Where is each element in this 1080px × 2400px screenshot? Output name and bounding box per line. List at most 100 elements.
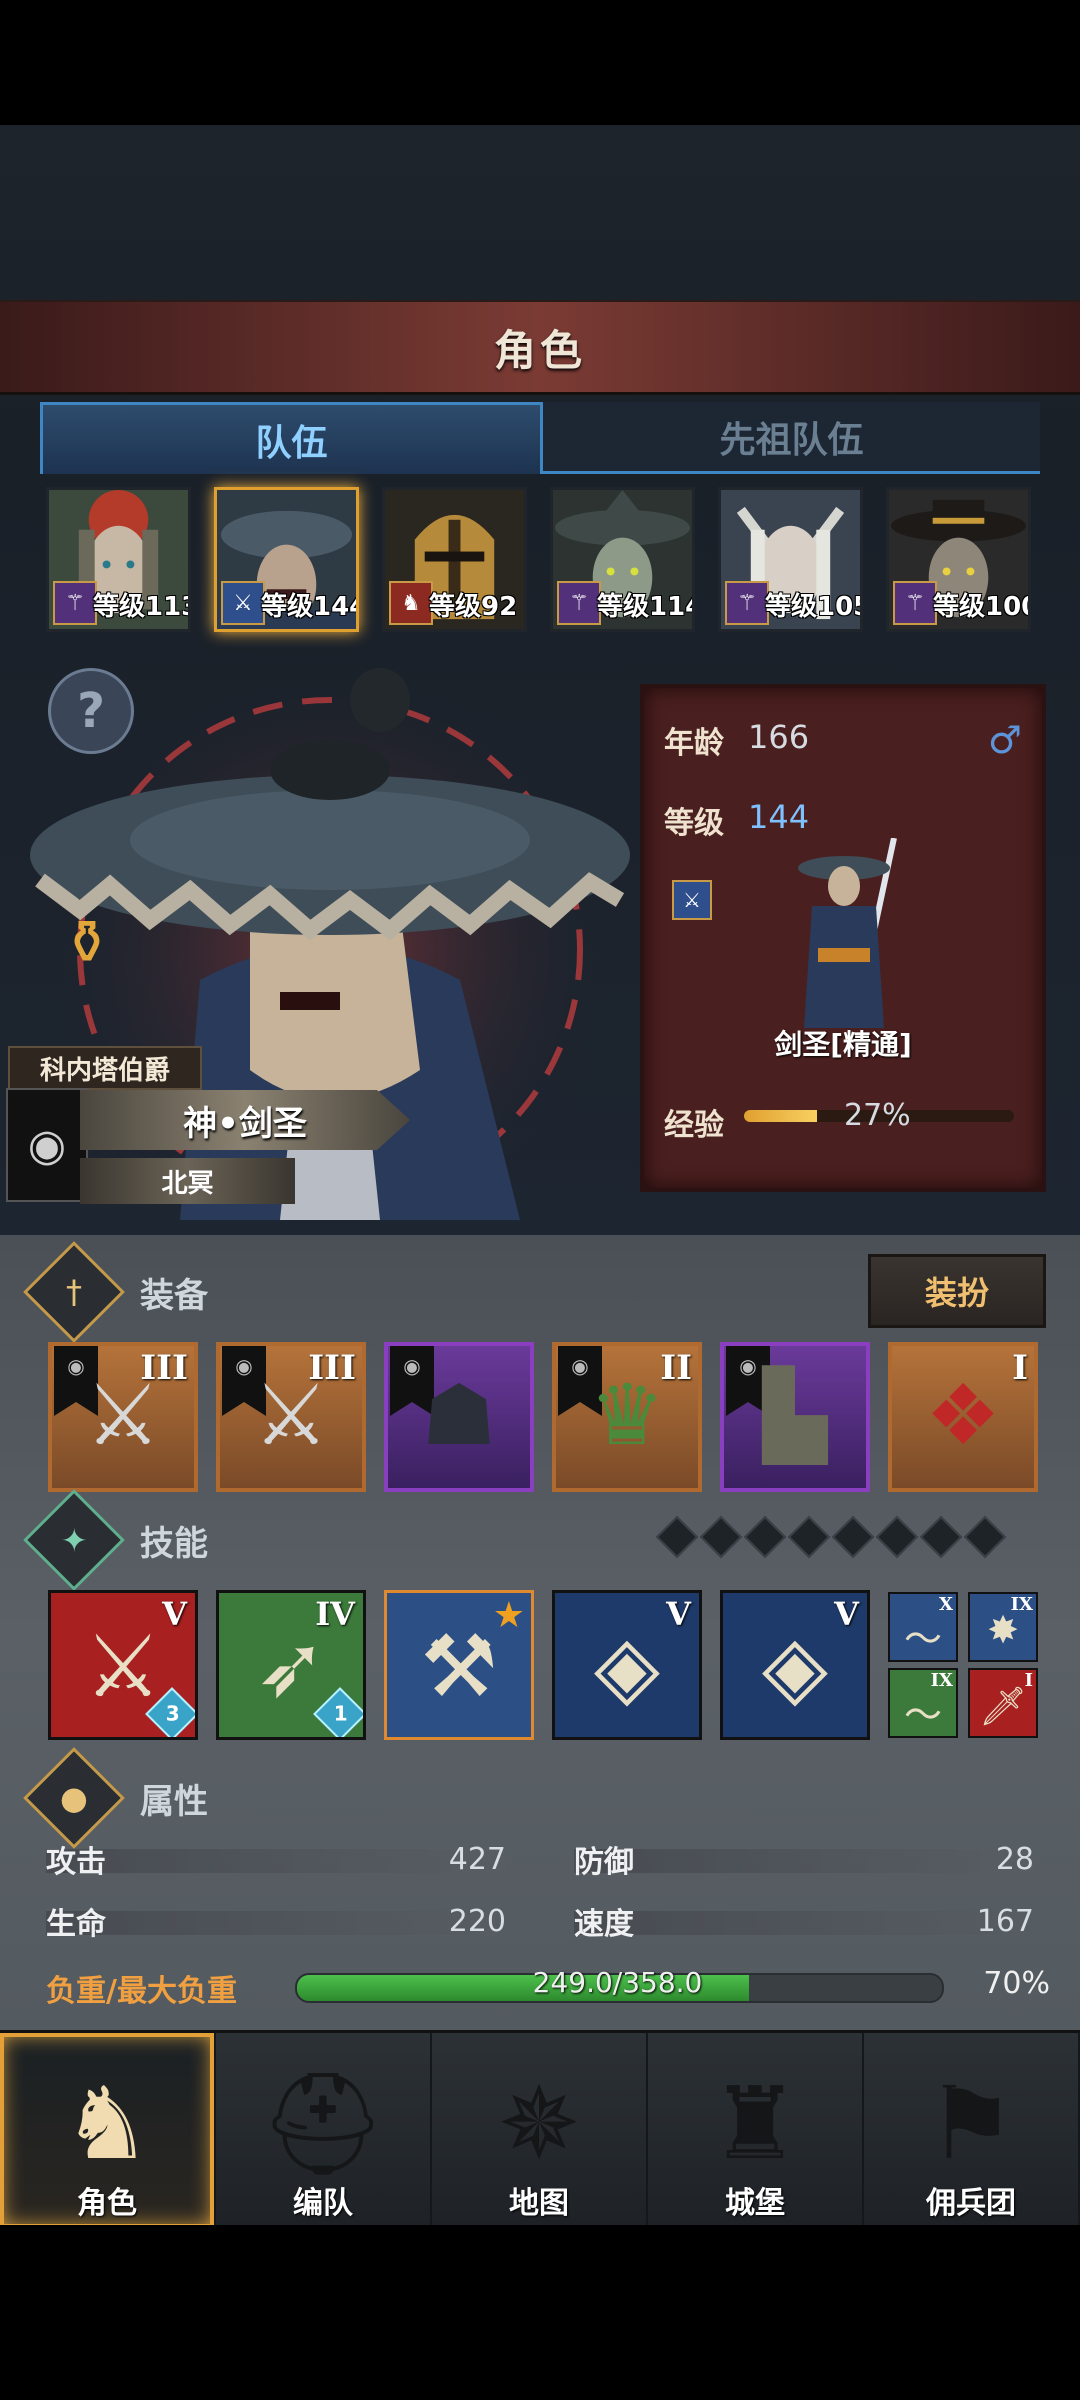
star-icon: ✦ <box>23 1489 125 1591</box>
equipment-slot-4[interactable]: ◉ ♛ II <box>552 1342 702 1492</box>
skill-level: 1 <box>333 1701 348 1726</box>
exp-label: 经验 <box>664 1108 724 1143</box>
attributes-title: 属性 <box>140 1781 208 1822</box>
hero-info-card: 年龄 166 ♂ 等级 144 ⚔ 剑圣[精通] 经验 27% <box>640 684 1046 1192</box>
party-member-4[interactable]: ⚚ 等级114 <box>550 487 695 632</box>
equipment-rank: II <box>660 1348 692 1388</box>
exp-bar-fill <box>744 1110 817 1122</box>
outfit-button[interactable]: 装扮 <box>868 1254 1046 1328</box>
equipment-slot-2[interactable]: ◉ ⚔ III <box>216 1342 366 1492</box>
person-icon: ● <box>23 1747 125 1849</box>
status-bar-area <box>0 0 1080 125</box>
party-member-2[interactable]: ⚔ 等级144 <box>214 487 359 632</box>
class-badge-icon: ♞ <box>389 581 433 625</box>
skill-slot-indicators <box>655 1515 1007 1559</box>
potion-icon[interactable]: ⚱ <box>42 895 132 990</box>
passive-skill-2[interactable]: ✸ IX <box>968 1592 1038 1662</box>
nav-label: 地图 <box>509 2186 569 2221</box>
skills-row: ⚔ V 3 ➶ IV 1 ⚒ ★ ◈ V ◈ V 〜 X ✸ IX 〜 IX 🗡… <box>48 1590 1048 1740</box>
equipment-title: 装备 <box>140 1275 208 1316</box>
member-level: 等级144 <box>261 592 359 622</box>
skill-rank: V <box>834 1595 859 1633</box>
skill-slot-diamond <box>963 1515 1007 1559</box>
member-level: 等级113 <box>93 592 191 622</box>
class-badge-icon: ⚔ <box>221 581 265 625</box>
hero-region: 北冥 <box>80 1158 295 1204</box>
class-badge-icon: ⚚ <box>725 581 769 625</box>
male-gender-icon: ♂ <box>987 718 1022 762</box>
equipment-slot-6[interactable]: ❖ I <box>888 1342 1038 1492</box>
class-figure <box>798 838 897 1028</box>
skill-slot-4[interactable]: ◈ V <box>552 1590 702 1740</box>
nav-castle[interactable]: ♜ 城堡 <box>648 2033 864 2228</box>
skill-slot-1[interactable]: ⚔ V 3 <box>48 1590 198 1740</box>
nav-label: 城堡 <box>725 2186 785 2221</box>
stat-label: 防御 <box>574 1845 634 1880</box>
skill-rank: V <box>666 1595 691 1633</box>
tab-team[interactable]: 队伍 <box>40 402 543 474</box>
nav-mercenary[interactable]: ⚑ 佣兵团 <box>864 2033 1080 2228</box>
passive-rank: IX <box>1010 1594 1033 1615</box>
hero-name[interactable]: 神•剑圣 <box>80 1090 410 1150</box>
passive-rank: X <box>939 1594 953 1615</box>
party-member-1[interactable]: ⚚ 等级113 <box>46 487 191 632</box>
nav-character[interactable]: ♞ 角色 <box>0 2033 216 2228</box>
nav-formation[interactable]: ⛑ 编队 <box>216 2033 432 2228</box>
passive-skill-4[interactable]: 🗡 I <box>968 1668 1038 1738</box>
age-value: 166 <box>748 718 810 756</box>
passive-rank: IX <box>930 1670 953 1691</box>
class-name: 剑圣[精通] <box>774 1028 912 1061</box>
stat-bar <box>46 1911 506 1935</box>
equipment-slot-5[interactable]: ◉ ▙ <box>720 1342 870 1492</box>
stat-defense: 防御 28 <box>574 1837 1034 1881</box>
tab-ancestor-team[interactable]: 先祖队伍 <box>543 402 1040 474</box>
exp-percent: 27% <box>844 1098 911 1133</box>
level-label: 等级 <box>664 806 724 841</box>
member-level: 等级100 <box>933 592 1031 622</box>
skill-slot-3[interactable]: ⚒ ★ <box>384 1590 534 1740</box>
passive-skill-3[interactable]: 〜 IX <box>888 1668 958 1738</box>
help-button[interactable]: ? <box>48 668 134 754</box>
stat-value: 427 <box>448 1841 506 1877</box>
party-member-3[interactable]: ♞ 等级92 <box>382 487 527 632</box>
stat-bar <box>46 1849 506 1873</box>
party-roster: ⚚ 等级113 ⚔ 等级144 ♞ 等级92 ⚚ 等级114 ⚚ 等级105 ⚚… <box>46 487 1046 632</box>
skill-slot-5[interactable]: ◈ V <box>720 1590 870 1740</box>
attributes-section-header: ● 属性 <box>23 1747 1050 1849</box>
skill-slot-diamond <box>787 1515 831 1559</box>
equipment-rank: III <box>308 1348 356 1388</box>
skill-slot-diamond <box>743 1515 787 1559</box>
skill-level: 3 <box>165 1701 180 1726</box>
equipment-slot-1[interactable]: ◉ ⚔ III <box>48 1342 198 1492</box>
faction-banner-icon: ◉ <box>6 1088 88 1202</box>
team-tabs: 队伍 先祖队伍 <box>40 402 1040 474</box>
class-badge-icon: ⚔ <box>672 880 712 920</box>
passive-skill-1[interactable]: 〜 X <box>888 1592 958 1662</box>
compass-map-icon: ✵ <box>497 2065 581 2182</box>
party-member-6[interactable]: ⚚ 等级100 <box>886 487 1031 632</box>
boots-icon: ▙ <box>762 1366 828 1464</box>
nav-label: 角色 <box>77 2186 137 2221</box>
level-value: 144 <box>748 798 810 836</box>
party-member-5[interactable]: ⚚ 等级105 <box>718 487 863 632</box>
stat-bar <box>574 1911 1034 1935</box>
skill-slot-2[interactable]: ➶ IV 1 <box>216 1590 366 1740</box>
star-icon: ★ <box>492 1595 525 1636</box>
skill-slot-diamond <box>831 1515 875 1559</box>
skills-title: 技能 <box>140 1523 208 1564</box>
stat-label: 生命 <box>46 1907 106 1942</box>
passive-rank: I <box>1024 1670 1033 1691</box>
stat-value: 28 <box>995 1841 1034 1877</box>
mercenary-icon: ⚑ <box>926 2065 1016 2182</box>
nav-map[interactable]: ✵ 地图 <box>432 2033 648 2228</box>
class-badge-icon: ⚚ <box>557 581 601 625</box>
bottom-nav: ♞ 角色 ⛑ 编队 ✵ 地图 ♜ 城堡 ⚑ 佣兵团 <box>0 2030 1080 2228</box>
equipment-slot-3[interactable]: ◉ ☗ <box>384 1342 534 1492</box>
skill-slot-diamond <box>655 1515 699 1559</box>
helmet-icon: ⛑ <box>259 2065 387 2182</box>
wind-icon: 〜 <box>903 1693 942 1737</box>
hero-title: 科内塔伯爵 <box>8 1046 202 1090</box>
stat-health: 生命 220 <box>46 1899 506 1943</box>
equipment-row: ◉ ⚔ III ◉ ⚔ III ◉ ☗ ◉ ♛ II ◉ ▙ ❖ I <box>48 1342 1048 1492</box>
equipment-rank: III <box>140 1348 188 1388</box>
